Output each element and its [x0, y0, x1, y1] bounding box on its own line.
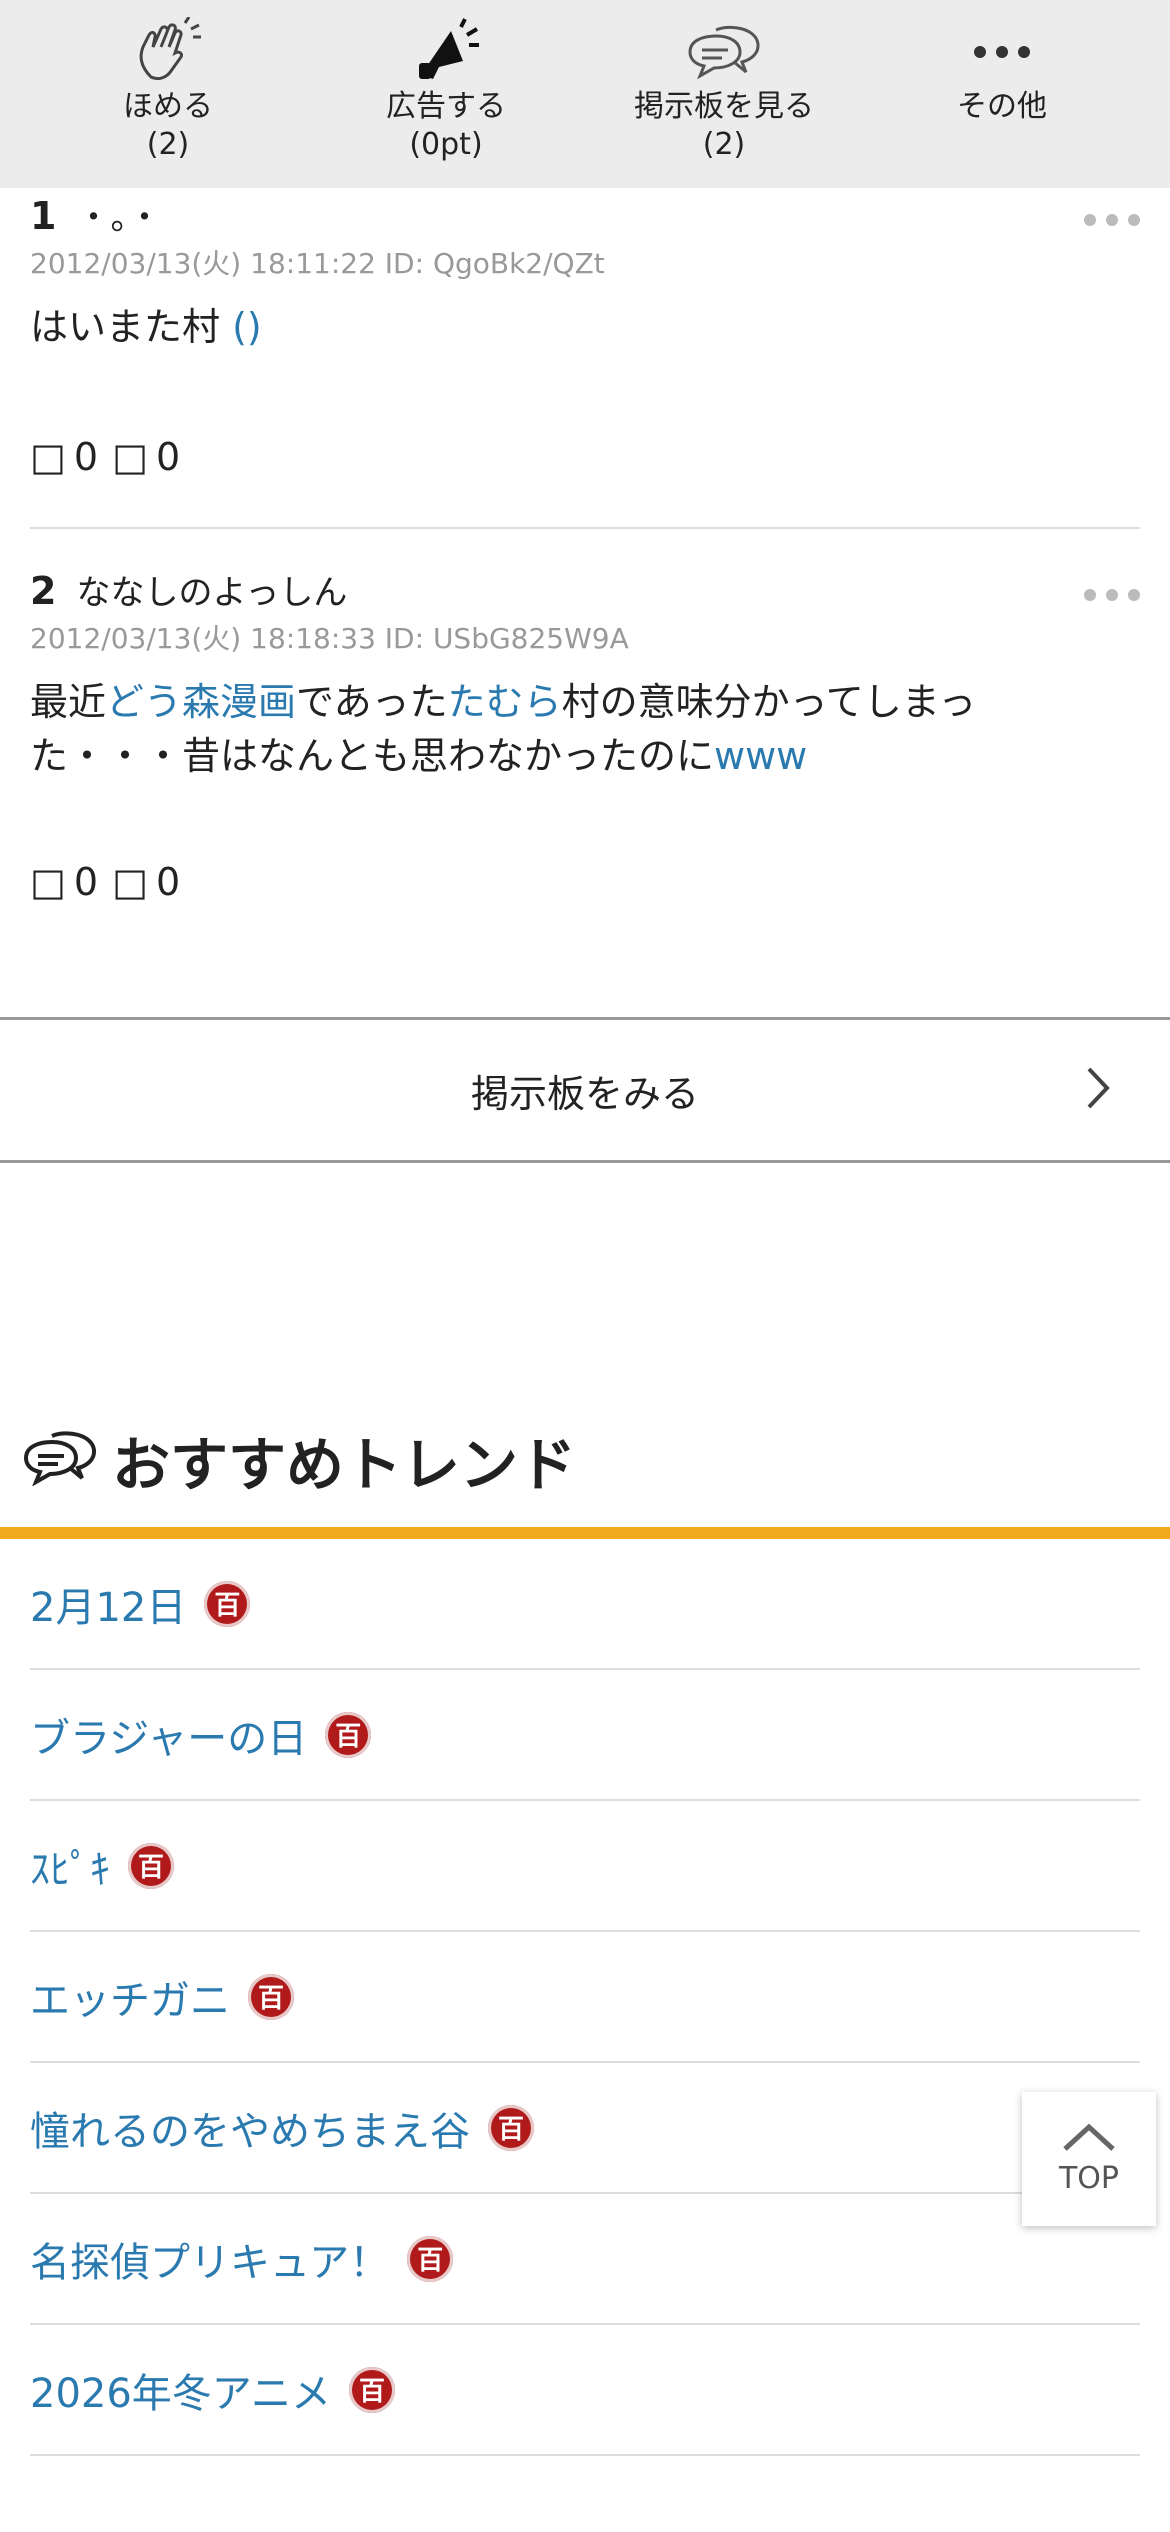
bad-count: 0	[156, 435, 181, 479]
post-body: 最近どう森漫画であったたむら村の意味分かってしまった・・・昔はなんとも思わなかっ…	[30, 675, 1080, 783]
trend-item[interactable]: ブラジャーの日 百	[30, 1670, 1140, 1801]
dictionary-badge-icon: 百	[488, 2104, 534, 2151]
post-body-text: はいまた村	[30, 305, 221, 349]
advertise-count: (0pt)	[409, 127, 483, 162]
trend-label[interactable]: エッチガニ	[30, 1968, 230, 2026]
trend-list: 2月12日 百 ブラジャーの日 百 ｽﾋﾟｷ 百 エッチガニ 百 憧れるのをやめ…	[30, 1539, 1140, 2456]
chat-bubbles-icon	[22, 1430, 98, 1490]
view-board-tab-label: 掲示板を見る	[634, 89, 814, 124]
post-header: 1 ・。・	[30, 190, 161, 239]
good-count: 0	[73, 435, 99, 479]
megaphone-icon	[406, 16, 486, 88]
trend-title: おすすめトレンド	[112, 1431, 577, 1499]
action-toolbar: ほめる (2) 広告する (0pt) 掲示板を見る (2) その他	[0, 0, 1170, 188]
clap-icon	[128, 16, 208, 88]
praise-label: ほめる	[123, 89, 213, 124]
bad-icon[interactable]: □	[112, 435, 148, 479]
post-body-text: であった	[296, 680, 448, 724]
trend-item[interactable]: 2月12日 百	[30, 1539, 1140, 1670]
trend-accent-bar	[0, 1527, 1170, 1539]
view-board-button[interactable]: 掲示板をみる	[0, 1017, 1170, 1163]
post-header: 2 ななしのよっしん	[30, 565, 347, 614]
dictionary-badge-icon: 百	[248, 1973, 294, 2020]
post-body-text: 最近	[30, 680, 107, 724]
good-count: 0	[73, 860, 99, 904]
trend-label[interactable]: 2月12日	[30, 1575, 186, 1633]
post-body-link[interactable]: ()	[232, 305, 262, 349]
dictionary-badge-icon: 百	[349, 2366, 395, 2413]
chevron-up-icon	[1061, 2123, 1117, 2157]
scroll-top-button[interactable]: TOP	[1022, 2092, 1156, 2226]
trend-label[interactable]: ブラジャーの日	[30, 1706, 307, 1764]
more-button[interactable]: その他	[863, 0, 1141, 188]
post-author: ななしのよっしん	[76, 573, 348, 613]
trend-label[interactable]: 2026年冬アニメ	[30, 2361, 331, 2419]
good-icon[interactable]: □	[30, 435, 66, 479]
divider	[30, 527, 1140, 529]
post-author: ・。・	[76, 198, 162, 238]
post-votes: □ 0 □ 0	[30, 435, 180, 479]
trend-item[interactable]: 2026年冬アニメ 百	[30, 2325, 1140, 2456]
trend-label[interactable]: 憧れるのをやめちまえ谷	[30, 2099, 470, 2157]
trend-section-title: おすすめトレンド	[22, 1418, 576, 1502]
trend-item[interactable]: エッチガニ 百	[30, 1932, 1140, 2063]
dictionary-badge-icon: 百	[128, 1842, 174, 1889]
post-number[interactable]: 1	[30, 194, 56, 238]
post-body-link[interactable]: www	[714, 734, 807, 778]
post-meta: 2012/03/13(火) 18:18:33 ID: USbG825W9A	[30, 622, 629, 655]
advertise-label: 広告する	[386, 89, 506, 124]
trend-label[interactable]: ｽﾋﾟｷ	[30, 1837, 110, 1895]
post-body-link[interactable]: どう森漫画	[106, 680, 296, 724]
post-1: 1 ・。・ 2012/03/13(火) 18:11:22 ID: QgoBk2/…	[30, 190, 1140, 510]
view-board-label: 掲示板をみる	[470, 1071, 699, 1116]
trend-item[interactable]: ｽﾋﾟｷ 百	[30, 1801, 1140, 1932]
post-number[interactable]: 2	[30, 569, 56, 613]
post-meta: 2012/03/13(火) 18:11:22 ID: QgoBk2/QZt	[30, 247, 605, 280]
chat-bubbles-icon	[684, 16, 764, 88]
bad-icon[interactable]: □	[112, 860, 148, 904]
scroll-top-label: TOP	[1058, 2160, 1120, 2196]
post-menu-icon[interactable]	[1084, 589, 1140, 601]
post-menu-icon[interactable]	[1084, 214, 1140, 226]
good-icon[interactable]: □	[30, 860, 66, 904]
trend-item[interactable]: 名探偵プリキュア！ 百	[30, 2194, 1140, 2325]
advertise-button[interactable]: 広告する (0pt)	[307, 0, 585, 188]
dictionary-badge-icon: 百	[204, 1580, 251, 1627]
praise-count: (2)	[146, 127, 190, 162]
post-2: 2 ななしのよっしん 2012/03/13(火) 18:18:33 ID: US…	[30, 565, 1140, 945]
dictionary-badge-icon: 百	[325, 1711, 372, 1758]
more-dots-icon	[962, 16, 1042, 88]
dictionary-badge-icon: 百	[407, 2235, 454, 2282]
chevron-right-icon	[1086, 1066, 1110, 1114]
praise-button[interactable]: ほめる (2)	[29, 0, 307, 188]
post-votes: □ 0 □ 0	[30, 860, 180, 904]
view-board-tab-count: (2)	[702, 127, 746, 162]
post-body: はいまた村 ()	[30, 300, 1080, 354]
trend-label[interactable]: 名探偵プリキュア！	[30, 2230, 389, 2288]
view-board-tab-button[interactable]: 掲示板を見る (2)	[585, 0, 863, 188]
bad-count: 0	[156, 860, 181, 904]
trend-item[interactable]: 憧れるのをやめちまえ谷 百	[30, 2063, 1140, 2194]
more-label: その他	[957, 89, 1047, 124]
post-body-link[interactable]: たむら	[448, 680, 562, 724]
